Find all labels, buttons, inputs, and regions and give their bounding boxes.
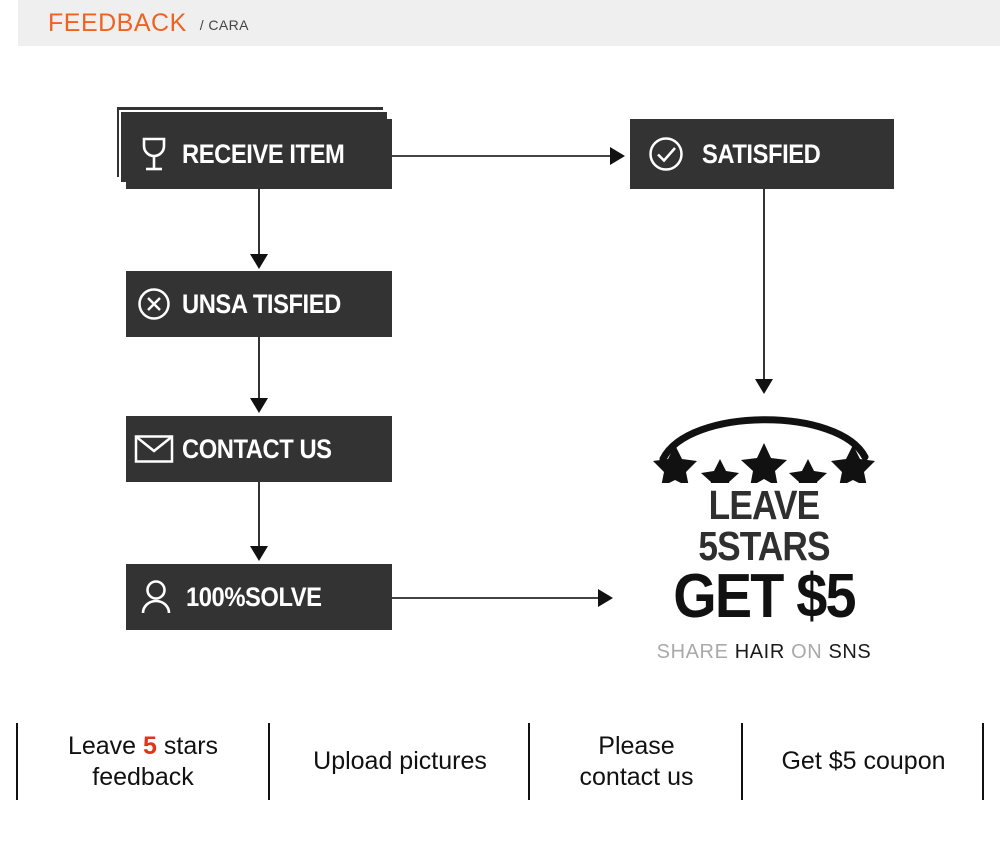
arrow-unsatisfied-to-contact-head bbox=[250, 398, 268, 413]
flow-diagram: RECEIVE ITEM UNSA TISFIED CONTACT US 100… bbox=[0, 46, 1000, 696]
feedback-infographic: FEEDBACK / CARA RECEIVE ITEM UNSA TISFIE… bbox=[0, 0, 1000, 849]
arrow-receive-to-unsatisfied-line bbox=[258, 189, 260, 256]
arrow-unsatisfied-to-contact-line bbox=[258, 337, 260, 400]
wine-glass-icon bbox=[126, 135, 182, 173]
footer-cell-leave-5-stars-feedback[interactable]: Leave 5 stars feedback bbox=[16, 714, 270, 809]
page-subtitle: / CARA bbox=[199, 17, 249, 33]
footer-cell-upload-pictures[interactable]: Upload pictures bbox=[270, 714, 530, 809]
badge-word-share: SHARE bbox=[656, 641, 729, 664]
footer-cell-3-line1: Please bbox=[598, 732, 675, 760]
arrow-contact-to-solve-head bbox=[250, 546, 268, 561]
arrow-contact-to-solve-line bbox=[258, 482, 260, 548]
flow-box-unsatisfied[interactable]: UNSA TISFIED bbox=[126, 271, 392, 337]
footer-divider-5 bbox=[982, 723, 984, 800]
envelope-icon bbox=[126, 434, 182, 464]
arrow-receive-to-satisfied-head bbox=[610, 147, 625, 165]
flow-box-receive-item-label: RECEIVE ITEM bbox=[182, 138, 345, 169]
arrow-solve-to-badge-line bbox=[392, 597, 598, 599]
arrow-receive-to-unsatisfied-head bbox=[250, 254, 268, 269]
flow-box-contact-us-label: CONTACT US bbox=[182, 433, 332, 464]
flow-box-contact-us[interactable]: CONTACT US bbox=[126, 416, 392, 482]
badge-word-sns: SNS bbox=[828, 641, 872, 664]
five-stars-arc-icon bbox=[630, 401, 898, 483]
footer-cell-3-line2: contact us bbox=[579, 762, 694, 791]
circle-check-icon bbox=[630, 135, 702, 173]
five-stars-badge: LEAVE 5STARS GET $5 SHARE HAIR ON SNS bbox=[630, 401, 898, 664]
footer-benefits-bar: Leave 5 stars feedback Upload pictures P… bbox=[0, 714, 1000, 809]
footer-cell-1-post: stars bbox=[156, 732, 219, 760]
arrow-satisfied-to-badge-head bbox=[755, 379, 773, 394]
flow-box-100-percent-solve-label: 100%SOLVE bbox=[186, 581, 322, 612]
circle-x-icon bbox=[126, 286, 182, 322]
footer-cell-4-text: Get $5 coupon bbox=[781, 747, 946, 776]
badge-line-get-5-dollars: GET $5 bbox=[673, 562, 856, 631]
arrow-receive-to-satisfied-line bbox=[392, 155, 610, 157]
footer-cell-1-pre: Leave bbox=[67, 732, 144, 760]
badge-line-share-hair-on-sns: SHARE HAIR ON SNS bbox=[630, 641, 898, 664]
badge-word-hair: HAIR bbox=[734, 641, 785, 664]
flow-box-satisfied-label: SATISFIED bbox=[702, 138, 821, 169]
footer-cell-please-contact-us[interactable]: Please contact us bbox=[530, 714, 743, 809]
page-title: FEEDBACK bbox=[48, 8, 187, 37]
person-icon bbox=[126, 579, 186, 615]
footer-divider-1 bbox=[16, 723, 18, 800]
footer-cell-3-text: Please contact us bbox=[580, 731, 694, 792]
footer-cell-get-5-coupon[interactable]: Get $5 coupon bbox=[743, 714, 984, 809]
footer-cell-1-text: Leave 5 stars feedback bbox=[68, 731, 218, 792]
flow-box-unsatisfied-label: UNSA TISFIED bbox=[182, 288, 341, 319]
flow-box-100-percent-solve[interactable]: 100%SOLVE bbox=[126, 564, 392, 630]
arrow-satisfied-to-badge-line bbox=[763, 189, 765, 381]
flow-box-receive-item[interactable]: RECEIVE ITEM bbox=[126, 119, 392, 189]
page-header: FEEDBACK / CARA bbox=[18, 0, 1000, 46]
flow-box-satisfied[interactable]: SATISFIED bbox=[630, 119, 894, 189]
badge-line-leave-5-stars: LEAVE 5STARS bbox=[698, 482, 830, 569]
footer-cell-2-text: Upload pictures bbox=[313, 747, 487, 776]
badge-word-on: ON bbox=[791, 641, 823, 664]
arrow-solve-to-badge-head bbox=[598, 589, 613, 607]
footer-cell-1-line2: feedback bbox=[92, 762, 194, 791]
footer-cell-1-highlight: 5 bbox=[143, 732, 157, 760]
